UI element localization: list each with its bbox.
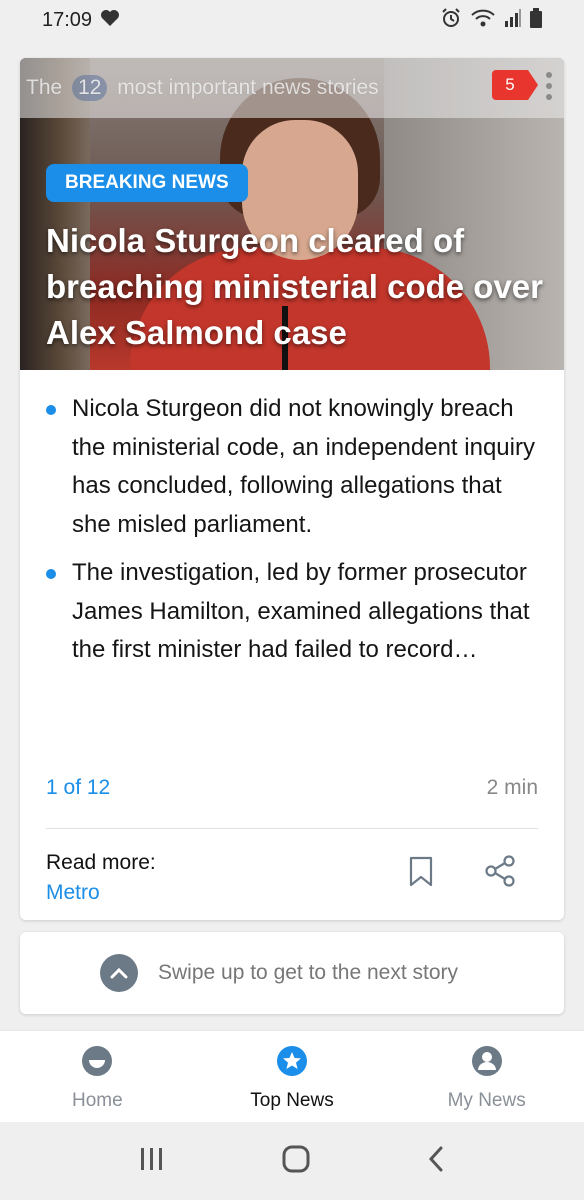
status-time: 17:09 (42, 8, 93, 31)
system-navigation (0, 1122, 584, 1200)
read-more: Read more: Metro (46, 848, 156, 908)
heart-icon (100, 9, 120, 32)
star-icon (276, 1045, 308, 1082)
summary-bullet: The investigation, led by former prosecu… (46, 554, 540, 670)
nav-home[interactable]: Home (0, 1031, 195, 1122)
bottom-navigation: Home Top News My News (0, 1030, 584, 1122)
battery-icon (530, 7, 542, 33)
bullet-dot-icon (46, 405, 56, 415)
story-card[interactable]: The 12 most important news stories 5 BRE… (20, 58, 564, 920)
notification-badge[interactable]: 5 (492, 70, 538, 100)
story-summary: Nicola Sturgeon did not knowingly breach… (20, 370, 564, 670)
home-button-icon[interactable] (282, 1145, 310, 1178)
recent-apps-icon[interactable] (139, 1147, 165, 1176)
alarm-icon (440, 7, 462, 34)
divider (46, 828, 538, 829)
bookmark-icon[interactable] (408, 856, 434, 893)
chevron-up-icon (100, 954, 138, 992)
bullet-dot-icon (46, 569, 56, 579)
wifi-icon (470, 8, 496, 33)
source-link[interactable]: Metro (46, 878, 156, 908)
back-icon[interactable] (427, 1146, 445, 1177)
nav-home-label: Home (71, 1090, 123, 1111)
story-count-number: 12 (72, 75, 108, 101)
breaking-news-tag: BREAKING NEWS (46, 164, 248, 202)
summary-bullet-text: Nicola Sturgeon did not knowingly breach… (72, 395, 535, 538)
nav-my-news[interactable]: My News (389, 1031, 584, 1122)
story-count-bar: The 12 most important news stories 5 (20, 58, 564, 118)
nav-top-news-label: Top News (250, 1090, 334, 1111)
smiley-icon (81, 1045, 113, 1082)
nav-top-news[interactable]: Top News (195, 1031, 390, 1122)
story-headline[interactable]: Nicola Sturgeon cleared of breaching min… (46, 218, 546, 356)
swipe-hint-text: Swipe up to get to the next story (158, 961, 459, 984)
story-count-text: The 12 most important news stories (26, 75, 379, 101)
read-more-label: Read more: (46, 851, 156, 874)
story-hero-image: The 12 most important news stories 5 BRE… (20, 58, 564, 370)
more-options-icon[interactable] (544, 72, 554, 100)
story-count-suffix: most important news stories (117, 76, 379, 99)
story-count-prefix: The (26, 76, 63, 99)
story-meta-row: 1 of 12 2 min (46, 776, 538, 800)
story-position: 1 of 12 (46, 776, 111, 799)
signal-icon (504, 8, 522, 32)
person-icon (471, 1045, 503, 1082)
summary-bullet-text: The investigation, led by former prosecu… (72, 559, 530, 663)
status-bar: 17:09 (0, 0, 584, 40)
nav-my-news-label: My News (447, 1090, 526, 1111)
read-time: 2 min (486, 776, 538, 799)
share-icon[interactable] (484, 854, 518, 893)
status-icons (440, 7, 542, 34)
summary-bullet: Nicola Sturgeon did not knowingly breach… (46, 390, 540, 544)
swipe-hint-card[interactable]: Swipe up to get to the next story (20, 932, 564, 1014)
